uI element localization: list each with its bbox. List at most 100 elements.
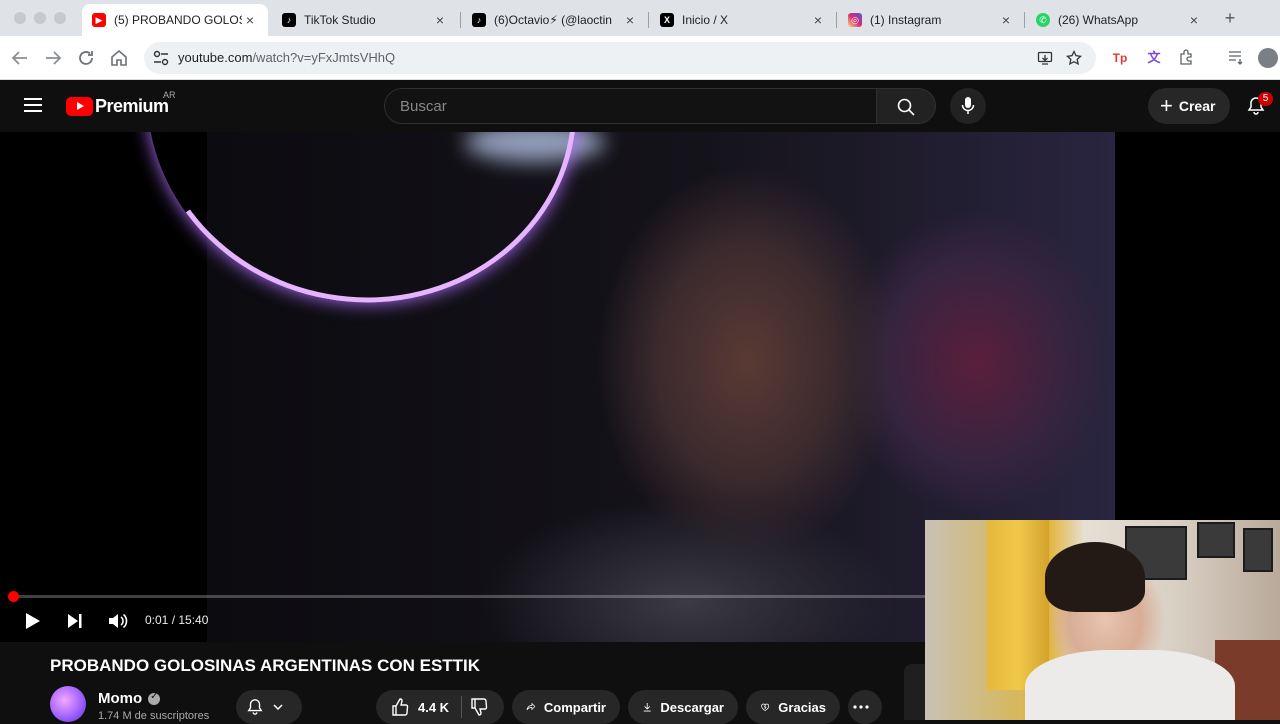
whatsapp-icon: ✆ [1036,13,1050,27]
video-title: PROBANDO GOLOSINAS ARGENTINAS CON ESTTIK [50,656,481,675]
volume-icon[interactable] [106,609,130,633]
download-label: Descargar [660,699,724,715]
wall-frame [1197,522,1235,558]
tab-title: (5) PROBANDO GOLOS [114,13,242,27]
plus-icon: + [1160,93,1173,118]
verified-check-icon [148,691,161,705]
tab-title: (6)Octavio⚡ (@laoctin [494,13,612,27]
window-close-button[interactable] [14,12,26,24]
search-input[interactable] [385,89,876,123]
browser-toolbar: youtube.com/watch?v=yFxJmtsVHhQ Tp 文 [0,36,1280,80]
window-minimize-button[interactable] [34,12,46,24]
back-button[interactable] [8,46,32,70]
like-divider [461,696,462,718]
tab-close-icon[interactable]: × [242,12,258,28]
voice-search-button[interactable] [950,88,986,124]
window-zoom-button[interactable] [54,12,66,24]
url-host: youtube.com [178,50,253,65]
subscriber-count: 1.74 M de suscriptores [98,710,210,722]
url-text: youtube.com/watch?v=yFxJmtsVHhQ [178,50,395,65]
extension-translate-icon[interactable]: 文 [1144,48,1164,68]
microphone-icon [961,97,975,114]
tab-title: Inicio / X [682,13,729,27]
tab-tiktok-profile[interactable]: ♪ (6)Octavio⚡ (@laoctin × [462,4,648,36]
channel-name-row[interactable]: Momo [98,690,161,707]
reading-list-icon[interactable] [1226,48,1246,68]
more-horizontal-icon [853,705,869,709]
time-display: 0:01 / 15:40 [145,613,209,627]
tab-x[interactable]: X Inicio / X × [650,4,836,36]
menu-icon[interactable] [24,98,42,112]
tab-title: (26) WhatsApp [1058,13,1139,27]
youtube-logo[interactable]: Premium AR [66,90,176,117]
channel-name[interactable]: Momo [98,690,142,707]
chevron-down-icon [273,704,283,711]
tab-title: TikTok Studio [304,13,376,27]
tab-close-icon[interactable]: × [432,12,448,28]
super-thanks-heart-icon: $ [761,703,770,712]
webcam-overlay [925,520,1280,720]
tab-youtube[interactable]: ▶ (5) PROBANDO GOLOS × [82,4,268,36]
forward-button[interactable] [41,46,65,70]
arrow-right-icon [46,51,62,65]
search-box [384,88,877,124]
youtube-header: Premium AR + Crear [0,80,1280,132]
svg-text:$: $ [764,704,767,709]
search-icon [897,98,915,116]
address-bar[interactable]: youtube.com/watch?v=yFxJmtsVHhQ [144,42,1096,74]
url-path: /watch?v=yFxJmtsVHhQ [252,50,396,65]
tab-instagram[interactable]: ◎ (1) Instagram × [838,4,1024,36]
region-code: AR [163,90,176,100]
share-label: Compartir [543,699,606,715]
tab-whatsapp[interactable]: ✆ (26) WhatsApp × [1026,4,1212,36]
tab-separator [648,12,649,28]
progress-bar[interactable] [8,591,925,602]
neon-ring-light [115,132,609,337]
tab-close-icon[interactable]: × [810,12,826,28]
tab-close-icon[interactable]: × [1186,12,1202,28]
thumbs-down-icon[interactable] [469,697,489,717]
share-icon [526,702,536,711]
wall-frame [1243,528,1273,572]
play-icon[interactable] [20,609,44,633]
new-tab-button[interactable]: + [1220,8,1240,28]
search-button[interactable] [876,88,936,124]
extensions-puzzle-icon[interactable] [1177,48,1197,68]
browser-tab-bar: ▶ (5) PROBANDO GOLOS × ♪ TikTok Studio ×… [0,0,1280,36]
x-icon: X [660,13,674,27]
person-hair [1045,542,1145,612]
tiktok-icon: ♪ [282,13,296,27]
tab-separator [836,12,837,28]
reload-button[interactable] [74,46,98,70]
next-video-icon[interactable] [63,609,87,633]
progress-scrubber[interactable] [8,591,19,602]
site-settings-icon[interactable] [152,49,170,67]
tab-close-icon[interactable]: × [622,12,638,28]
home-button[interactable] [107,46,131,70]
notifications-badge: 5 [1258,92,1273,106]
person-shirt [1025,650,1235,720]
instagram-icon: ◎ [848,13,862,27]
reload-icon [79,51,93,65]
thumbs-up-icon[interactable] [390,697,410,717]
subscription-bell-button[interactable] [236,690,302,724]
create-button[interactable]: + Crear [1148,88,1230,124]
more-actions-button[interactable] [848,690,882,724]
bookmark-star-icon[interactable] [1066,50,1082,66]
install-app-icon[interactable] [1037,50,1053,66]
tab-close-icon[interactable]: × [998,12,1014,28]
tab-separator [460,12,461,28]
youtube-icon: ▶ [92,13,106,27]
create-label: Crear [1178,98,1216,114]
channel-avatar[interactable] [50,686,86,722]
youtube-play-icon [66,97,93,116]
brand-label: Premium [95,96,169,116]
tab-tiktok-studio[interactable]: ♪ TikTok Studio × [272,4,458,36]
thanks-button[interactable]: $ Gracias [746,690,840,724]
share-button[interactable]: Compartir [512,690,620,724]
download-button[interactable]: Descargar [628,690,738,724]
sidebar-edge [904,664,926,720]
extension-tp-icon[interactable]: Tp [1110,48,1130,68]
like-count[interactable]: 4.4 K [418,700,449,715]
profile-avatar[interactable] [1258,48,1278,68]
